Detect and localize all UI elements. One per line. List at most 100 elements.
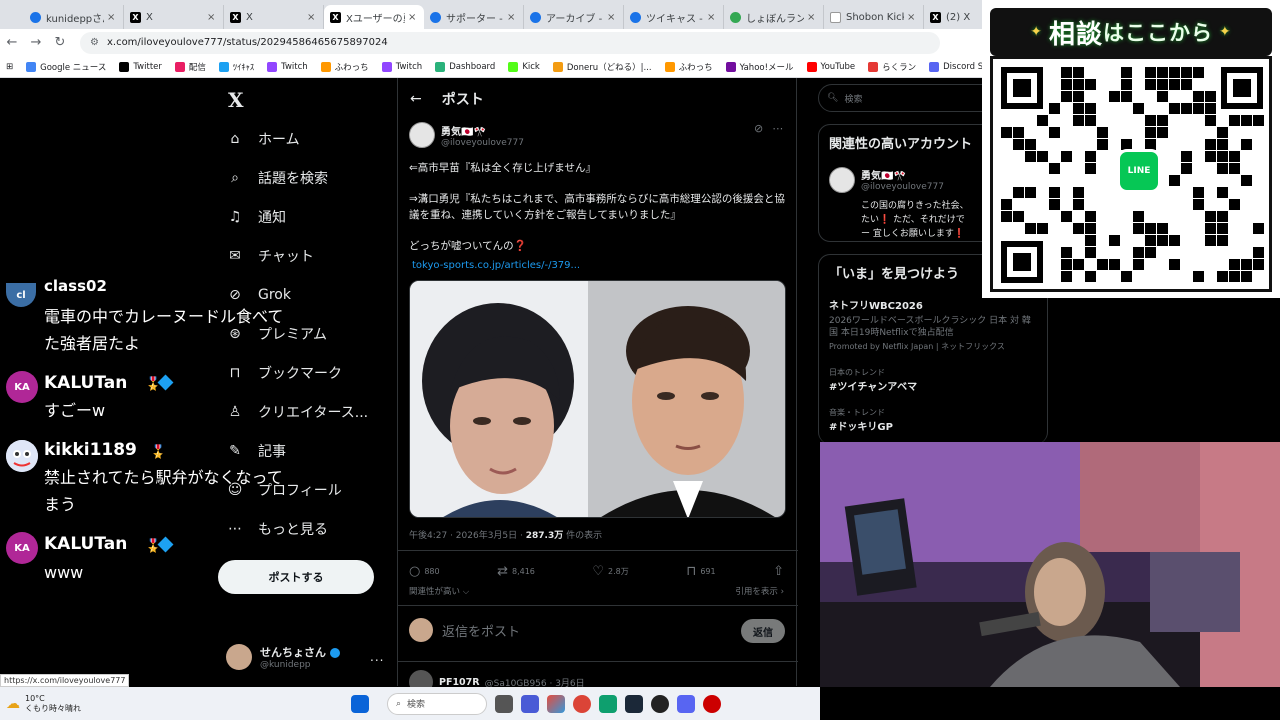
close-tab-icon[interactable]: × <box>607 12 617 23</box>
taskbar-search[interactable]: ⌕ 検索 <box>387 692 487 715</box>
trend-item[interactable]: 音楽・トレンド #ドッキリGP <box>829 407 893 433</box>
bookmark-item[interactable]: Yahoo!メール <box>725 61 794 73</box>
post-time[interactable]: 午後4:27 · 2026年3月5日 · <box>409 531 526 541</box>
post-author[interactable]: 勇気🇯🇵🎌 @iloveyoulove777 <box>409 122 524 148</box>
qr-module <box>1145 115 1156 126</box>
taskbar: ☁ 10°C くもり時々晴れ ⌕ 検索 <box>0 687 820 720</box>
forward-icon[interactable]: → <box>24 31 48 55</box>
qr-module <box>1193 199 1204 210</box>
sort-relevance[interactable]: 関連性が高い ⌵ <box>409 585 469 597</box>
trend-item[interactable]: 日本のトレンド #ツイチャンアベマ <box>829 367 917 393</box>
sidebar-item-home[interactable]: ⌂ ホーム <box>226 127 300 151</box>
account-more-icon[interactable]: ... <box>370 650 384 664</box>
more-icon[interactable]: ⋯ <box>772 122 783 135</box>
close-tab-icon[interactable]: × <box>807 12 817 23</box>
sidebar-item-bell[interactable]: ♫ 通知 <box>226 205 286 229</box>
record-icon[interactable] <box>703 694 721 713</box>
bookmark-item[interactable]: ふわっち <box>320 61 369 73</box>
browser-tab[interactable]: X Xユーザーの勇気× <box>324 5 424 29</box>
qr-module <box>1061 259 1072 270</box>
bookmark-item[interactable]: Twitter <box>119 61 162 72</box>
close-tab-icon[interactable]: × <box>408 12 418 23</box>
close-tab-icon[interactable]: × <box>107 12 117 23</box>
bookmark-item[interactable]: Doneru（どねる）|... <box>552 61 652 73</box>
qr-module <box>1073 103 1084 114</box>
webcam-overlay <box>820 442 1280 687</box>
browser-tab[interactable]: ツイキャス - ライブ× <box>624 5 724 29</box>
browser-tab[interactable]: Shobon Kick R× <box>824 5 924 29</box>
obs-icon[interactable] <box>651 694 669 713</box>
like-action[interactable]: ♡ 2.8万 <box>592 564 628 579</box>
browser-tab[interactable]: kunideppさんの× <box>24 5 124 29</box>
qr-module <box>1145 223 1156 234</box>
grok-icon[interactable]: ⊘ <box>754 122 763 135</box>
x-logo[interactable]: X <box>228 88 244 112</box>
close-tab-icon[interactable]: × <box>907 12 917 23</box>
sidebar-item-mail[interactable]: ✉ チャット <box>226 244 314 268</box>
steam-icon[interactable] <box>625 694 643 713</box>
qr-module <box>1145 79 1156 90</box>
view-quotes[interactable]: 引用を表示 › <box>735 585 784 597</box>
bookmark-item[interactable]: らくラン <box>868 61 916 73</box>
browser-tab[interactable]: サポーター - せん× <box>424 5 524 29</box>
edge-icon[interactable] <box>599 694 617 713</box>
start-icon[interactable] <box>351 694 369 713</box>
qr-module <box>1073 187 1084 198</box>
trend-item[interactable]: ネトフリWBC2026 2026ワールドベースボールクラシック 日本 対 韓国 … <box>829 297 1039 352</box>
qr-module <box>1109 91 1120 102</box>
browser-tab[interactable]: アーカイブ - せん× <box>524 5 624 29</box>
reply-input[interactable]: 返信をポスト <box>442 621 520 640</box>
apps-icon[interactable]: ⊞ <box>6 62 13 72</box>
related-account[interactable]: 勇気🇯🇵🎌 @iloveyoulove777 <box>829 167 944 193</box>
page-title: ポスト <box>441 92 484 108</box>
reload-icon[interactable]: ↻ <box>48 31 72 55</box>
back-arrow-icon[interactable]: ← <box>410 91 422 107</box>
qr-module <box>1181 103 1192 114</box>
bookmark-icon <box>218 61 229 72</box>
teams-icon[interactable] <box>521 694 539 713</box>
discord-icon[interactable] <box>677 694 695 713</box>
back-icon[interactable]: ← <box>0 31 24 55</box>
close-tab-icon[interactable]: × <box>507 12 517 23</box>
browser-tab[interactable]: X X × <box>224 5 324 29</box>
weather-widget[interactable]: ☁ 10°C くもり時々晴れ <box>6 694 81 714</box>
browser-tab[interactable]: X X × <box>124 5 224 29</box>
bookmark-item[interactable]: Kick <box>508 61 540 72</box>
reply-composer[interactable]: 返信をポスト <box>409 618 520 642</box>
bookmark-item[interactable]: ふわっち <box>664 61 713 73</box>
address-bar[interactable]: ⚙ x.com/iloveyoulove777/status/202945864… <box>80 31 940 54</box>
bookmark-item[interactable]: ﾂｲｷｬｽ <box>218 61 254 73</box>
site-info-icon[interactable]: ⚙ <box>90 37 99 48</box>
bookmark-item[interactable]: Google ニュース <box>26 61 106 73</box>
reply-action[interactable]: ○ 880 <box>409 564 440 579</box>
chat-message: KA <box>6 371 38 403</box>
chrome-icon[interactable] <box>573 694 591 713</box>
bookmark-item[interactable]: Twitch <box>381 61 422 72</box>
share-action[interactable]: ⇧ <box>773 564 784 579</box>
reply-button[interactable]: 返信 <box>741 619 785 643</box>
qr-module <box>1253 259 1264 270</box>
repost-action[interactable]: ⇄ 8,416 <box>497 564 535 579</box>
close-tab-icon[interactable]: × <box>207 12 217 23</box>
close-tab-icon[interactable]: × <box>707 12 717 23</box>
browser-tab[interactable]: しょぼんランキング× <box>724 5 824 29</box>
bookmark-item[interactable]: 配信 <box>174 61 206 73</box>
sidebar-item-search[interactable]: ⌕ 話題を検索 <box>226 166 328 190</box>
bell-icon: ♫ <box>228 209 242 225</box>
copilot-icon[interactable] <box>547 694 565 713</box>
close-tab-icon[interactable]: × <box>307 12 317 23</box>
bookmark-action[interactable]: ⊓ 691 <box>686 564 715 579</box>
bookmark-item[interactable]: Dashboard <box>435 61 495 72</box>
bookmark-item[interactable]: YouTube <box>806 61 855 72</box>
post-menu: ⊘ ⋯ <box>754 122 783 135</box>
post-photo[interactable] <box>409 280 786 518</box>
post-line-text: どっちが嘘ついてんの <box>409 240 514 252</box>
qr-module <box>1205 223 1216 234</box>
post-link[interactable]: tokyo-sports.co.jp/articles/-/379... <box>412 258 580 274</box>
tab-title: アーカイブ - せん <box>546 13 604 25</box>
chat-avatar: KA <box>6 532 38 564</box>
task-view-icon[interactable] <box>495 694 513 713</box>
qr-module <box>1217 223 1228 234</box>
account-switcher[interactable]: せんちょさん @kunidepp <box>226 644 340 670</box>
bookmark-item[interactable]: Twitch <box>267 61 308 72</box>
